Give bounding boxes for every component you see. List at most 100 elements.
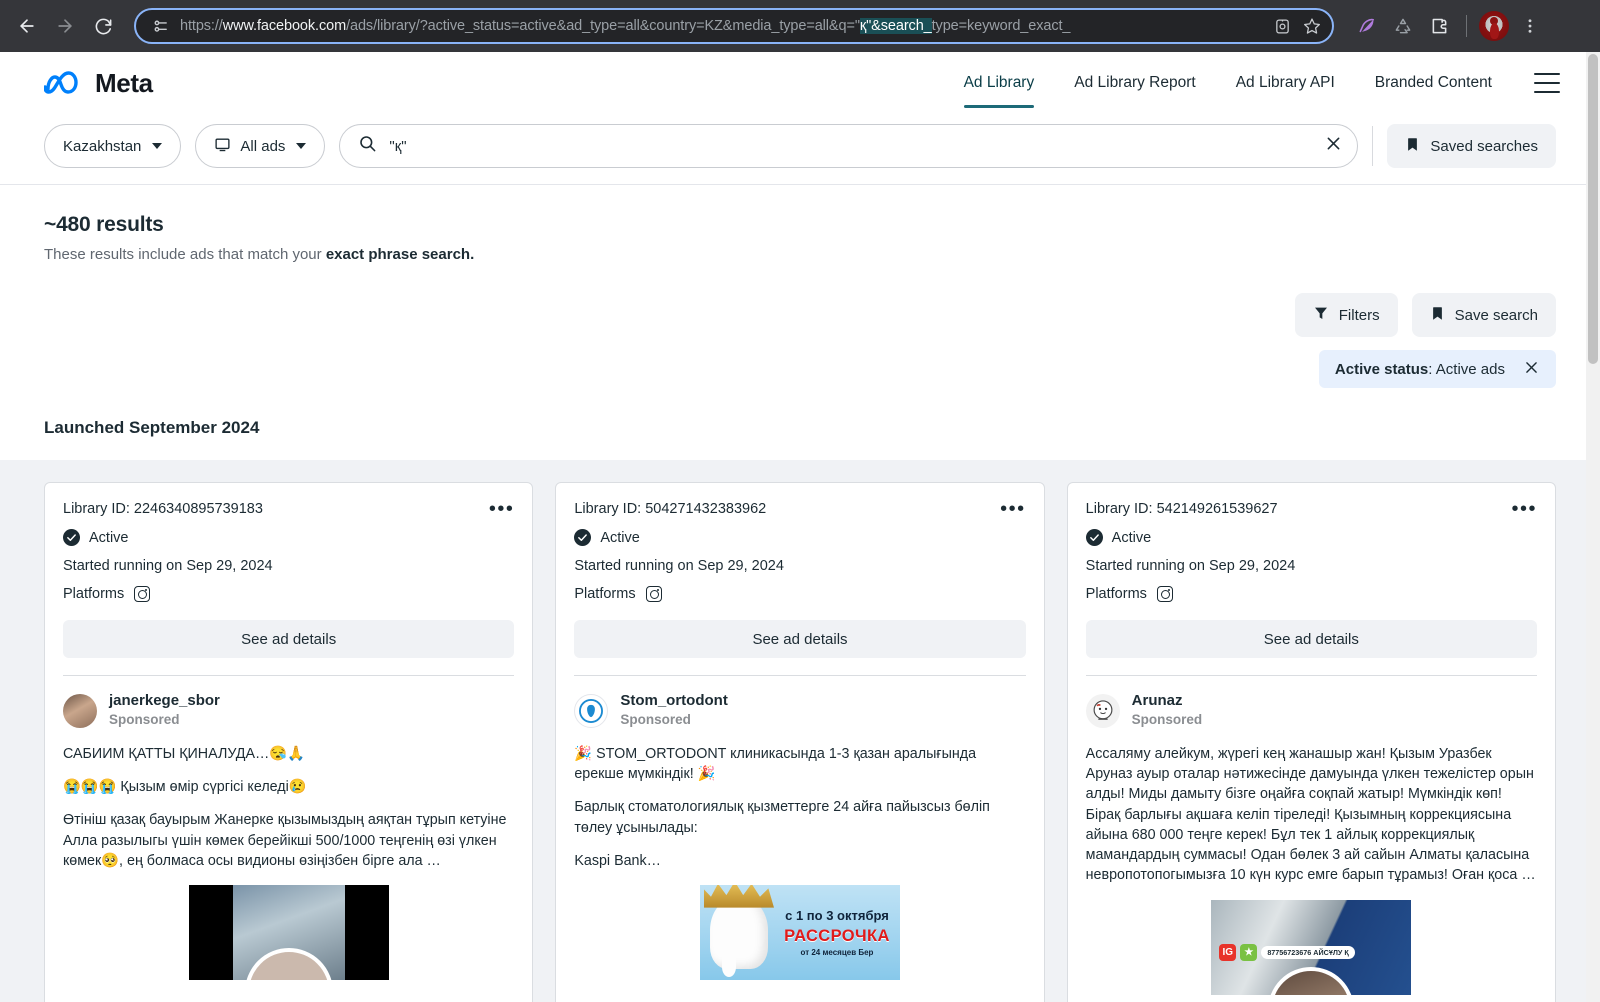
search-icon <box>358 134 377 158</box>
more-options-icon[interactable]: ••• <box>489 499 515 519</box>
results-count: ~480 results <box>44 213 164 236</box>
nav-ad-library-api[interactable]: Ad Library API <box>1216 68 1355 98</box>
ad-creative[interactable]: IG ★ 87756723676 АЙСҰЛУ Қ <box>1067 899 1555 995</box>
see-ad-details-button[interactable]: See ad details <box>1085 620 1537 658</box>
ad-creative[interactable] <box>45 885 533 981</box>
ad-platforms: Platforms <box>63 586 514 602</box>
star-icon[interactable] <box>1298 12 1326 40</box>
funnel-icon <box>1313 305 1329 325</box>
saved-searches-button[interactable]: Saved searches <box>1387 124 1556 168</box>
ad-card: Library ID: 542149261539627 ••• Active S… <box>1066 482 1556 1002</box>
search-input[interactable] <box>389 137 1313 155</box>
filters-button[interactable]: Filters <box>1294 293 1398 337</box>
remove-filter-icon[interactable] <box>1523 359 1540 380</box>
check-circle-icon <box>1085 529 1103 546</box>
ad-body-line: Kaspi Bank… <box>574 852 661 869</box>
platforms-label: Platforms <box>574 586 636 602</box>
site-header: Meta Ad Library Ad Library Report Ad Lib… <box>0 52 1600 114</box>
reload-icon[interactable] <box>86 9 120 43</box>
ad-type-label: All ads <box>240 137 286 155</box>
bookmark-icon <box>1405 136 1420 157</box>
ad-creative-image: IG ★ 87756723676 АЙСҰЛУ Қ <box>1211 899 1412 995</box>
ad-body-line: САБИИМ ҚАТТЫ ҚИНАЛУДА…😪🙏 <box>63 745 305 762</box>
scrollbar-thumb[interactable] <box>1588 54 1598 364</box>
vertical-divider <box>1372 126 1374 166</box>
avatar <box>574 693 609 728</box>
url-host: www.facebook.com <box>222 18 347 34</box>
url-path-a: /ads/library/?active_status=active&ad_ty… <box>346 18 860 34</box>
creative-subhead: РАССРОЧКА <box>784 926 890 945</box>
puzzle-icon[interactable] <box>1422 9 1456 43</box>
ad-start-date: Started running on Sep 29, 2024 <box>63 558 273 574</box>
bookmark-icon <box>1430 305 1445 326</box>
library-id: Library ID: 2246340895739183 <box>63 501 263 517</box>
ad-body-line: Өтініш қазақ бауырым Жанерке қызымыздың … <box>63 812 507 869</box>
chevron-down-icon <box>296 143 307 149</box>
ad-creative[interactable]: с 1 по 3 октября РАССРОЧКА от 24 месяцев… <box>556 885 1044 981</box>
ad-card-header: Library ID: 542149261539627 ••• Active S… <box>1068 483 1555 602</box>
url-text[interactable]: https://www.facebook.com/ads/library/?ac… <box>180 18 1268 34</box>
ad-body-text: САБИИМ ҚАТТЫ ҚИНАЛУДА…😪🙏 😭😭😭 Қызым өмір … <box>45 730 532 871</box>
browser-extension-icons <box>1350 9 1547 43</box>
platforms-label: Platforms <box>63 586 125 602</box>
ad-body-text: 🎉 STOM_ORTODONT клиникасында 1-3 қазан а… <box>556 730 1043 871</box>
ad-body-line: 😭😭😭 Қызым өмір сүргісі келеді😢 <box>63 778 307 795</box>
kebab-menu-icon[interactable] <box>1513 9 1547 43</box>
see-ad-details-button[interactable]: See ad details <box>574 620 1026 658</box>
address-bar[interactable]: https://www.facebook.com/ads/library/?ac… <box>134 8 1334 44</box>
search-field[interactable] <box>339 124 1359 168</box>
results-actions: Filters Save search <box>44 293 1556 337</box>
ad-card-header: Library ID: 504271432383962 ••• Active S… <box>556 483 1043 602</box>
advertiser-row[interactable]: Arunaz Sponsored <box>1068 676 1555 730</box>
creative-badge-icon: ★ <box>1240 943 1258 961</box>
nav-ad-library-report[interactable]: Ad Library Report <box>1054 68 1215 98</box>
results-section: ~480 results These results include ads t… <box>0 185 1600 388</box>
results-subtitle: These results include ads that match you… <box>44 246 1556 263</box>
meta-logo[interactable]: Meta <box>43 68 153 99</box>
more-options-icon[interactable]: ••• <box>1511 499 1537 519</box>
top-navigation: Ad Library Ad Library Report Ad Library … <box>944 68 1560 108</box>
ad-status: Active <box>1111 529 1152 546</box>
sponsored-label: Sponsored <box>109 711 180 727</box>
library-id: Library ID: 504271432383962 <box>574 501 767 517</box>
ad-type-selector[interactable]: All ads <box>195 124 326 168</box>
active-filter-chips: Active status: Active ads <box>44 350 1556 388</box>
back-arrow-icon[interactable] <box>10 9 44 43</box>
forward-arrow-icon[interactable] <box>48 9 82 43</box>
hamburger-menu-icon[interactable] <box>1534 73 1560 93</box>
page-scrollbar[interactable] <box>1586 52 1600 1002</box>
active-status-value: : Active ads <box>1428 360 1505 378</box>
instagram-icon <box>1156 586 1173 602</box>
ad-body-line: 🎉 STOM_ORTODONT клиникасында 1-3 қазан а… <box>574 745 977 782</box>
platforms-label: Platforms <box>1085 586 1147 602</box>
status-badge: Active status: Active ads <box>1318 350 1556 388</box>
section-title: Launched September 2024 <box>0 388 1600 460</box>
instagram-icon <box>134 586 151 602</box>
check-circle-icon <box>574 529 592 546</box>
qr-code-icon[interactable] <box>1268 12 1296 40</box>
advertiser-name: Stom_ortodont <box>620 692 728 709</box>
avatar <box>1085 693 1120 728</box>
nav-branded-content[interactable]: Branded Content <box>1355 68 1512 98</box>
feather-icon[interactable] <box>1350 9 1384 43</box>
ad-creative-image <box>232 885 345 981</box>
advertiser-name: janerkege_sbor <box>109 692 220 709</box>
ad-platforms: Platforms <box>1086 586 1537 602</box>
recycle-icon[interactable] <box>1386 9 1420 43</box>
advertiser-row[interactable]: janerkege_sbor Sponsored <box>45 676 532 730</box>
site-settings-icon[interactable] <box>148 14 172 38</box>
ad-card: Library ID: 2246340895739183 ••• Active … <box>44 482 534 1002</box>
profile-avatar-icon[interactable] <box>1477 9 1511 43</box>
ad-results-grid: Library ID: 2246340895739183 ••• Active … <box>0 460 1600 1002</box>
nav-ad-library[interactable]: Ad Library <box>944 68 1055 108</box>
more-options-icon[interactable]: ••• <box>1000 499 1026 519</box>
meta-infinity-logo <box>43 70 86 96</box>
see-ad-details-button[interactable]: See ad details <box>63 620 515 658</box>
clear-search-icon[interactable] <box>1324 134 1343 158</box>
advertiser-row[interactable]: Stom_ortodont Sponsored <box>556 676 1043 730</box>
advertiser-name: Arunaz <box>1131 692 1183 709</box>
country-selector[interactable]: Kazakhstan <box>44 124 182 168</box>
save-search-button[interactable]: Save search <box>1411 293 1556 337</box>
creative-headline: с 1 по 3 октября <box>785 907 889 923</box>
filters-label: Filters <box>1338 306 1380 324</box>
